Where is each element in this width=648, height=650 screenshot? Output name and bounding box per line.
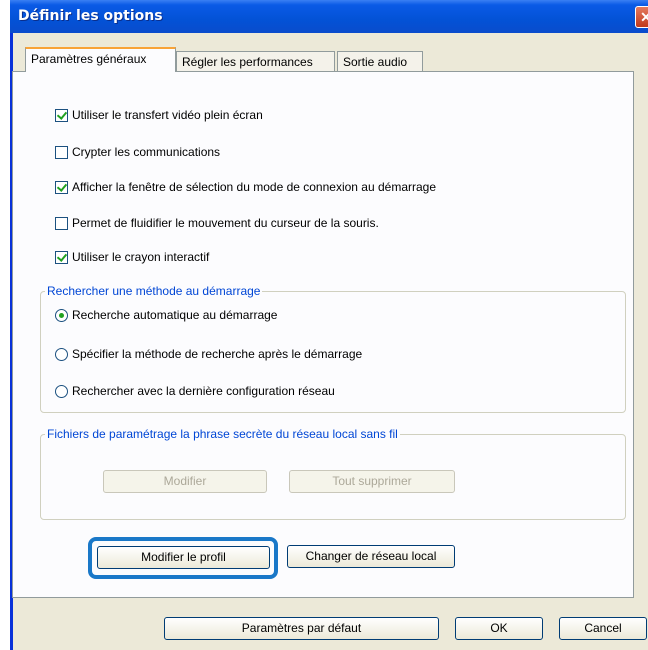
tab-label: Paramètres généraux	[31, 52, 147, 66]
button-label: OK	[490, 621, 508, 635]
radio-label: Rechercher avec la dernière configuratio…	[72, 384, 335, 398]
fullscreen-video-checkbox[interactable]: Utiliser le transfert vidéo plein écran	[55, 108, 263, 122]
default-settings-button[interactable]: Paramètres par défaut	[164, 617, 439, 640]
radio-button[interactable]	[55, 347, 68, 361]
checkbox-label: Afficher la fenêtre de sélection du mode…	[72, 180, 437, 194]
tab-label: Régler les performances	[182, 55, 313, 69]
highlight-frame	[88, 537, 278, 579]
checkbox-box[interactable]	[55, 145, 68, 159]
checkbox-box[interactable]	[55, 180, 68, 194]
cancel-button[interactable]: Cancel	[559, 617, 647, 640]
button-label: Modifier	[163, 474, 207, 488]
connection-mode-window-checkbox[interactable]: Afficher la fenêtre de sélection du mode…	[55, 180, 436, 194]
checkbox-box[interactable]	[55, 216, 68, 230]
encrypt-communications-checkbox[interactable]: Crypter les communications	[55, 145, 220, 159]
button-label: Paramètres par défaut	[241, 621, 362, 635]
delete-all-button[interactable]: Tout supprimer	[289, 470, 455, 493]
close-icon: ✕	[640, 9, 648, 25]
auto-search-radio[interactable]: Recherche automatique au démarrage	[55, 308, 277, 322]
search-method-legend: Rechercher une méthode au démarrage	[45, 284, 263, 298]
radio-button[interactable]	[55, 384, 68, 398]
title-bar[interactable]: Définir les options ✕	[10, 0, 648, 33]
checkbox-box[interactable]	[55, 108, 68, 122]
close-button[interactable]: ✕	[635, 6, 648, 28]
tab-label: Sortie audio	[343, 55, 408, 69]
tab-general-settings[interactable]: Paramètres généraux	[25, 47, 176, 72]
window-title: Définir les options	[18, 8, 163, 24]
specify-method-radio[interactable]: Spécifier la méthode de recherche après …	[55, 347, 362, 361]
tab-audio-output[interactable]: Sortie audio	[337, 51, 423, 72]
checkbox-box[interactable]	[55, 250, 68, 264]
checkbox-label: Permet de fluidifier le mouvement du cur…	[72, 216, 379, 230]
last-network-config-radio[interactable]: Rechercher avec la dernière configuratio…	[55, 384, 335, 398]
tab-performance[interactable]: Régler les performances	[176, 51, 335, 72]
checkbox-label: Utiliser le crayon interactif	[72, 250, 210, 264]
passphrase-files-legend: Fichiers de paramétrage la phrase secrèt…	[45, 427, 400, 441]
button-label: Tout supprimer	[332, 474, 412, 488]
modify-passphrase-button[interactable]: Modifier	[103, 470, 267, 493]
change-network-button[interactable]: Changer de réseau local	[287, 545, 455, 568]
button-label: Changer de réseau local	[305, 549, 437, 563]
ok-button[interactable]: OK	[455, 617, 543, 640]
interactive-pen-checkbox[interactable]: Utiliser le crayon interactif	[55, 250, 209, 264]
checkbox-label: Crypter les communications	[72, 145, 221, 159]
radio-label: Recherche automatique au démarrage	[72, 308, 278, 322]
checkbox-label: Utiliser le transfert vidéo plein écran	[72, 108, 263, 122]
radio-label: Spécifier la méthode de recherche après …	[72, 347, 363, 361]
radio-button[interactable]	[55, 308, 68, 322]
button-label: Cancel	[584, 621, 622, 635]
smooth-cursor-checkbox[interactable]: Permet de fluidifier le mouvement du cur…	[55, 216, 379, 230]
